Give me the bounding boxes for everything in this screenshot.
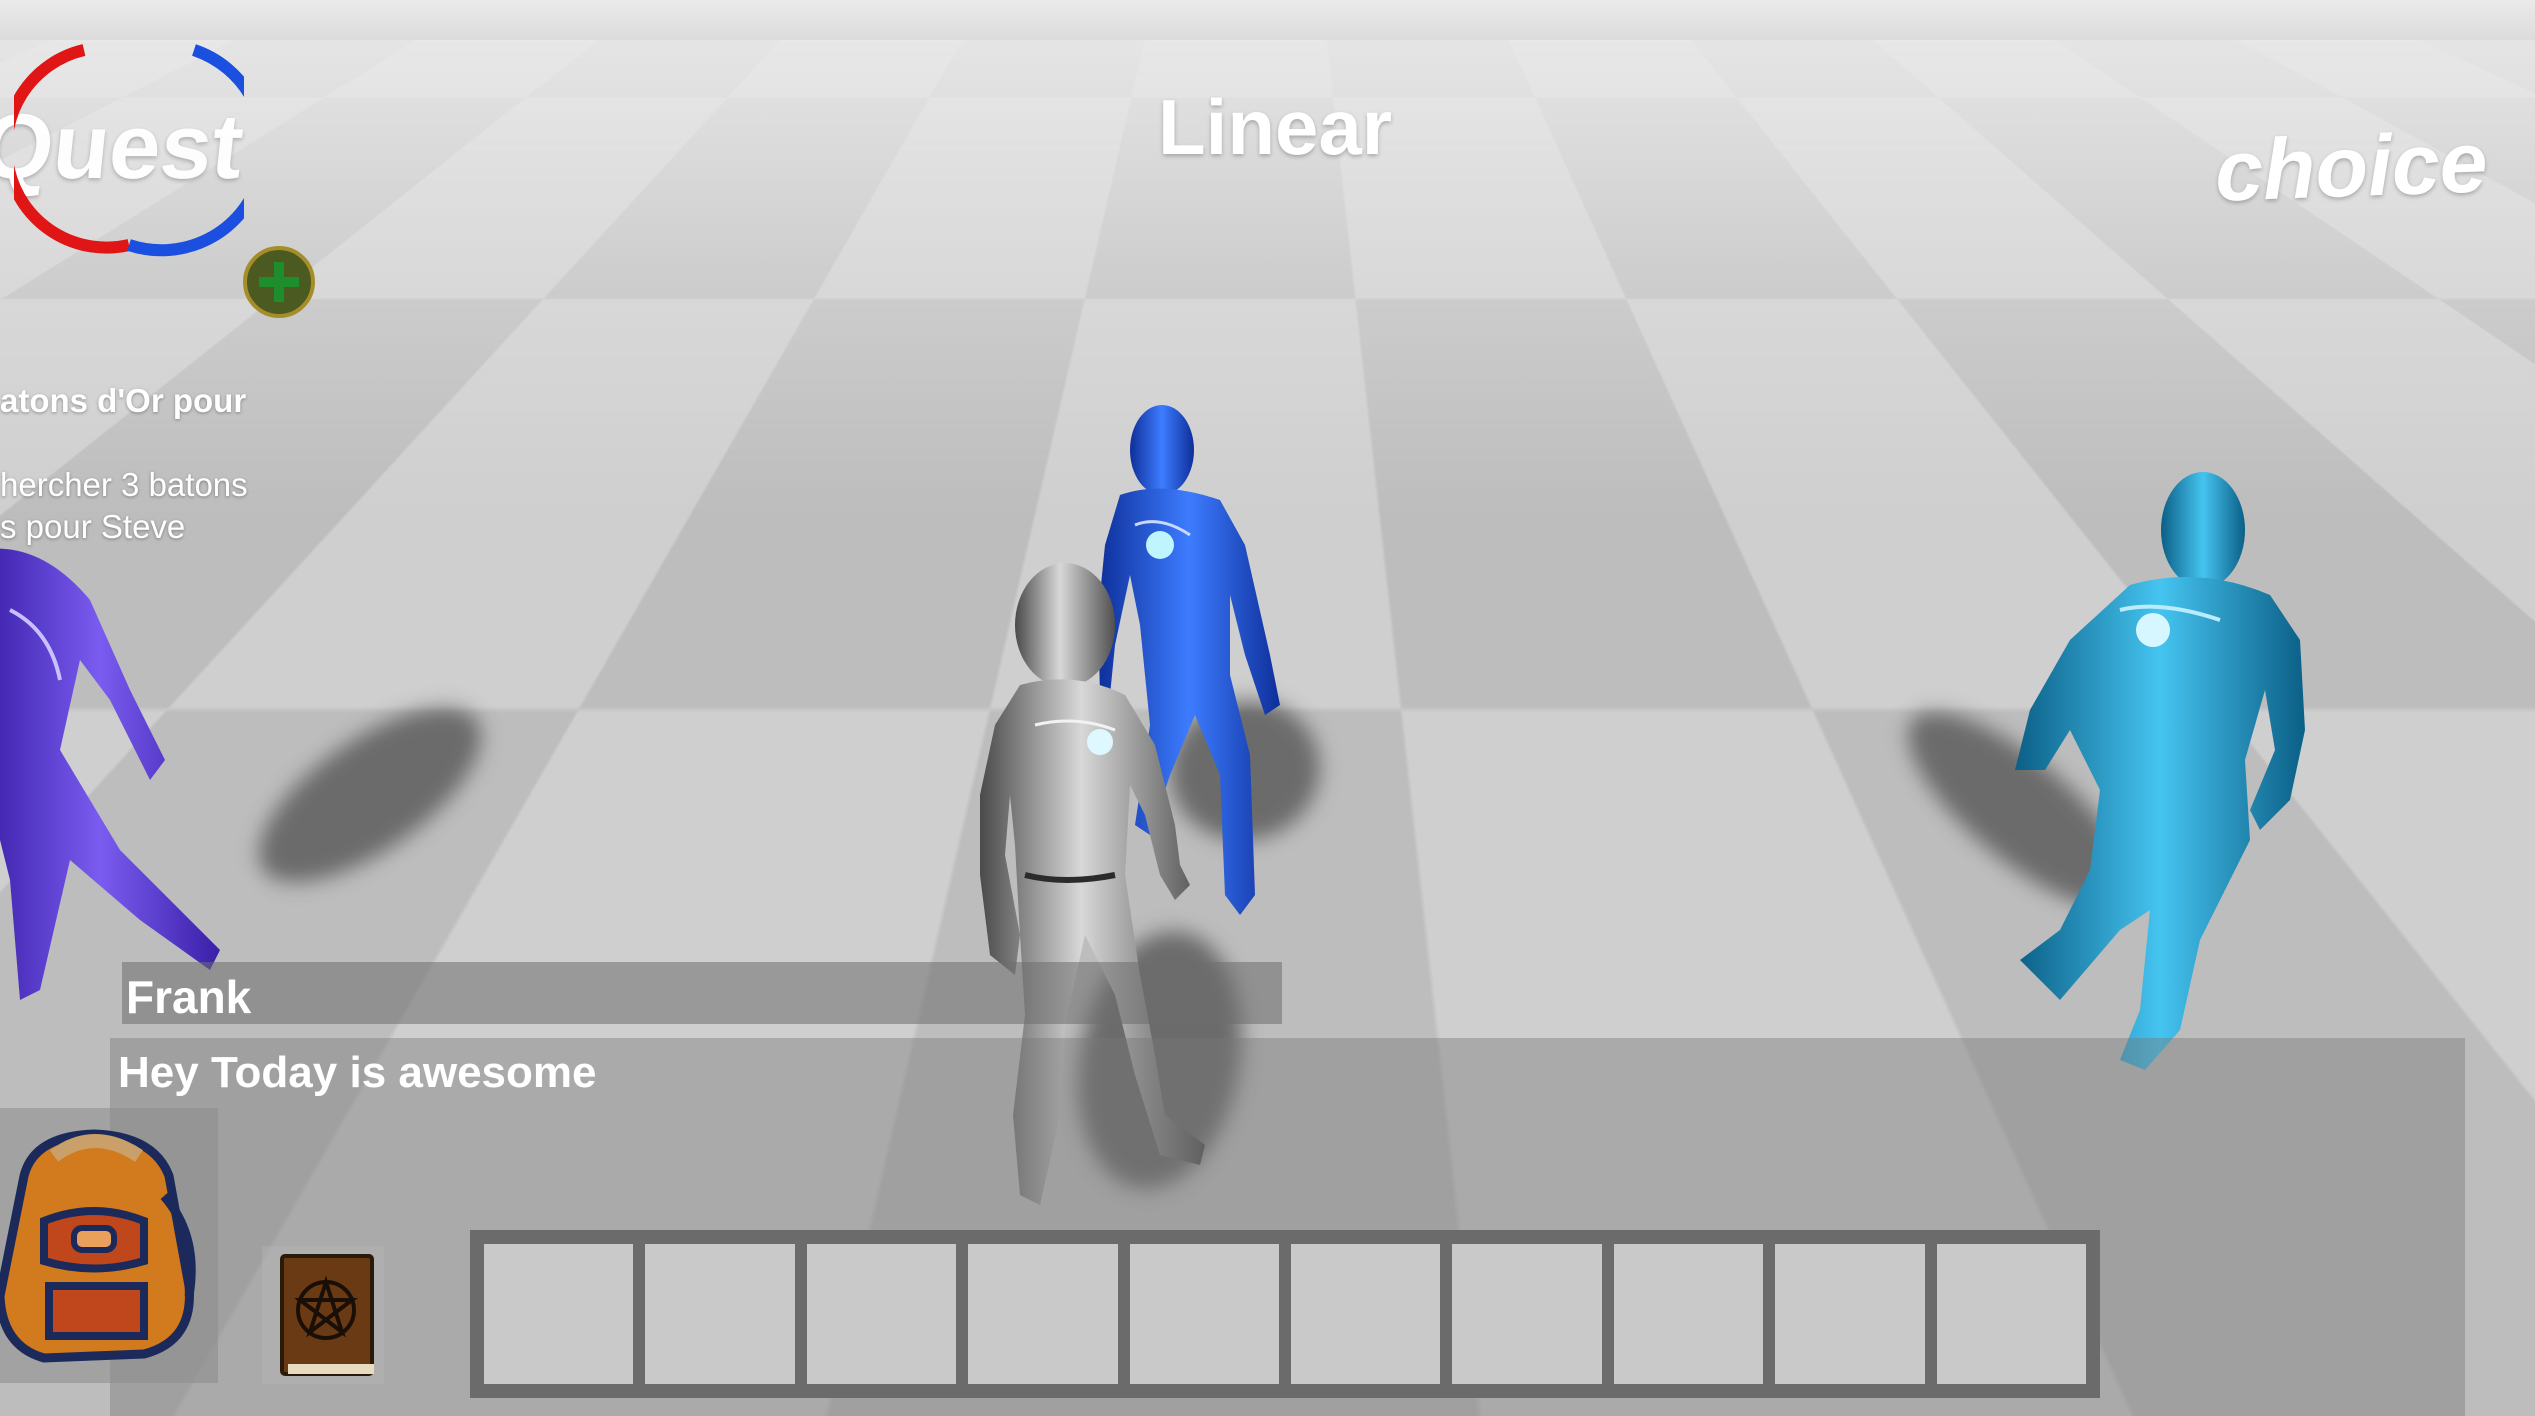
quest-description-line-2: s pour Steve: [0, 508, 186, 545]
hotbar-slot-3[interactable]: [806, 1244, 957, 1384]
hotbar-slot-8[interactable]: [1613, 1244, 1764, 1384]
add-quest-button[interactable]: [243, 246, 315, 318]
backpack-icon: [0, 1129, 196, 1363]
hotbar-slot-6[interactable]: [1291, 1244, 1441, 1384]
world-label-choice: choice: [2213, 114, 2490, 220]
hotbar-slot-9[interactable]: [1775, 1244, 1925, 1384]
dialog-speaker-name: Frank: [126, 971, 252, 1023]
hotbar: [470, 1230, 2100, 1398]
hotbar-slot-5[interactable]: [1129, 1244, 1280, 1384]
spellbook-button[interactable]: [262, 1246, 384, 1384]
quest-progress-ring: [14, 44, 244, 257]
dialog-speaker-bar: Frank: [122, 962, 1282, 1024]
sky: [0, 0, 2535, 40]
hotbar-slot-10[interactable]: [1936, 1244, 2087, 1384]
purple-character: [0, 548, 220, 1000]
hotbar-slot-2[interactable]: [645, 1244, 795, 1384]
quest-title: atons d'Or pour: [0, 382, 247, 419]
spellbook-icon: [280, 1254, 374, 1376]
hotbar-slot-4[interactable]: [968, 1244, 1118, 1384]
dialog-message: Hey Today is awesome: [118, 1048, 597, 1097]
cyan-character: [2015, 472, 2305, 1070]
plus-circle-icon: [259, 262, 299, 302]
hotbar-slot-1[interactable]: [484, 1244, 634, 1384]
inventory-bag-button[interactable]: [0, 1108, 218, 1383]
quest-description-line-1: hercher 3 batons: [0, 466, 248, 503]
world-label-linear: Linear: [1158, 83, 1393, 171]
hotbar-slot-7[interactable]: [1452, 1244, 1602, 1384]
